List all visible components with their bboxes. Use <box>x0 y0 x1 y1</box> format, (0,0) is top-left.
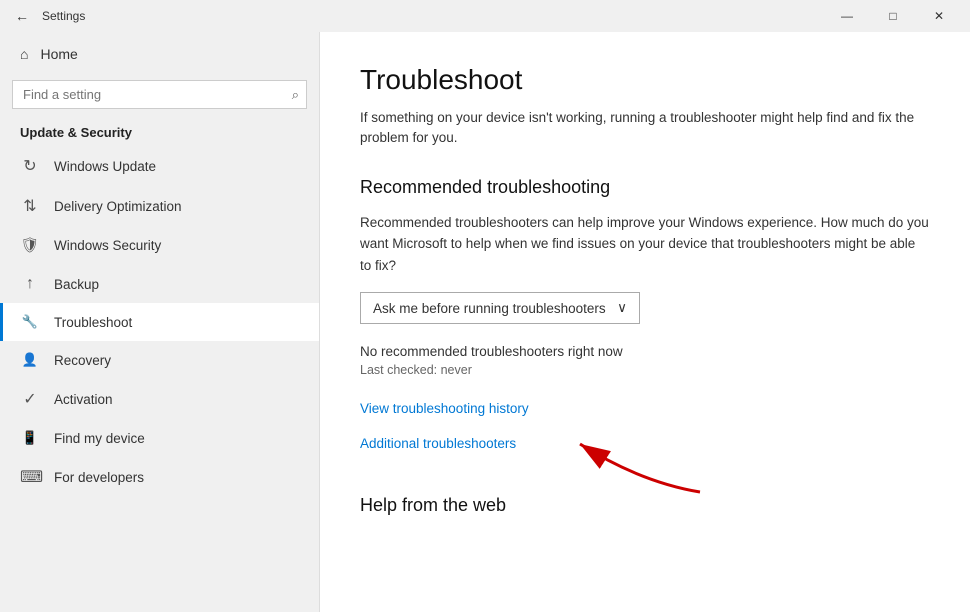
troubleshoot-icon <box>20 313 40 331</box>
sidebar-item-label: Activation <box>54 392 113 407</box>
troubleshoot-dropdown[interactable]: Ask me before running troubleshooters ∨ <box>360 292 640 324</box>
sidebar-item-windows-security[interactable]: Windows Security <box>0 226 319 265</box>
sidebar-item-label: Recovery <box>54 353 111 368</box>
main-container: Home ⌕ Update & Security Windows Update … <box>0 32 970 612</box>
title-bar-controls: — □ ✕ <box>824 0 962 32</box>
back-button[interactable]: ← <box>8 2 36 30</box>
finddevice-icon <box>20 429 40 447</box>
backup-icon <box>20 275 40 293</box>
sidebar-item-delivery-optimization[interactable]: Delivery Optimization <box>0 186 319 226</box>
sidebar-home-label: Home <box>40 46 77 62</box>
sidebar-item-activation[interactable]: Activation <box>0 379 319 419</box>
recommended-section-heading: Recommended troubleshooting <box>360 177 930 198</box>
sidebar-item-label: For developers <box>54 470 144 485</box>
page-title: Troubleshoot <box>360 64 930 96</box>
delivery-icon <box>20 196 40 216</box>
sidebar-section-title: Update & Security <box>0 117 319 146</box>
content-description: If something on your device isn't workin… <box>360 108 930 149</box>
recommended-section-desc: Recommended troubleshooters can help imp… <box>360 212 930 277</box>
sidebar-item-windows-update[interactable]: Windows Update <box>0 146 319 186</box>
home-icon <box>20 46 28 62</box>
sidebar-item-label: Windows Security <box>54 238 161 253</box>
content-area: Troubleshoot If something on your device… <box>320 32 970 612</box>
close-button[interactable]: ✕ <box>916 0 962 32</box>
sidebar-item-recovery[interactable]: Recovery <box>0 341 319 379</box>
search-input[interactable] <box>12 80 307 109</box>
arrow-annotation <box>520 432 740 512</box>
title-bar: ← Settings — □ ✕ <box>0 0 970 32</box>
title-bar-title: Settings <box>42 9 824 23</box>
activation-icon <box>20 389 40 409</box>
sidebar-item-backup[interactable]: Backup <box>0 265 319 303</box>
sidebar-item-label: Delivery Optimization <box>54 199 182 214</box>
security-icon <box>20 236 40 255</box>
chevron-down-icon: ∨ <box>617 300 627 316</box>
sidebar-item-label: Troubleshoot <box>54 315 132 330</box>
sidebar-item-for-developers[interactable]: For developers <box>0 457 319 497</box>
dropdown-value: Ask me before running troubleshooters <box>373 301 606 316</box>
update-icon <box>20 156 40 176</box>
sidebar-item-find-my-device[interactable]: Find my device <box>0 419 319 457</box>
sidebar-item-label: Backup <box>54 277 99 292</box>
search-icon: ⌕ <box>292 87 299 103</box>
sidebar-item-troubleshoot[interactable]: Troubleshoot <box>0 303 319 341</box>
no-troubleshooters-text: No recommended troubleshooters right now <box>360 344 930 359</box>
view-history-link[interactable]: View troubleshooting history <box>360 401 930 416</box>
sidebar-item-label: Find my device <box>54 431 145 446</box>
developers-icon <box>20 467 40 487</box>
minimize-button[interactable]: — <box>824 0 870 32</box>
last-checked-text: Last checked: never <box>360 363 930 377</box>
maximize-button[interactable]: □ <box>870 0 916 32</box>
sidebar: Home ⌕ Update & Security Windows Update … <box>0 32 320 612</box>
sidebar-home-button[interactable]: Home <box>0 32 319 76</box>
recovery-icon <box>20 351 40 369</box>
sidebar-item-label: Windows Update <box>54 159 156 174</box>
sidebar-search[interactable]: ⌕ <box>12 80 307 109</box>
